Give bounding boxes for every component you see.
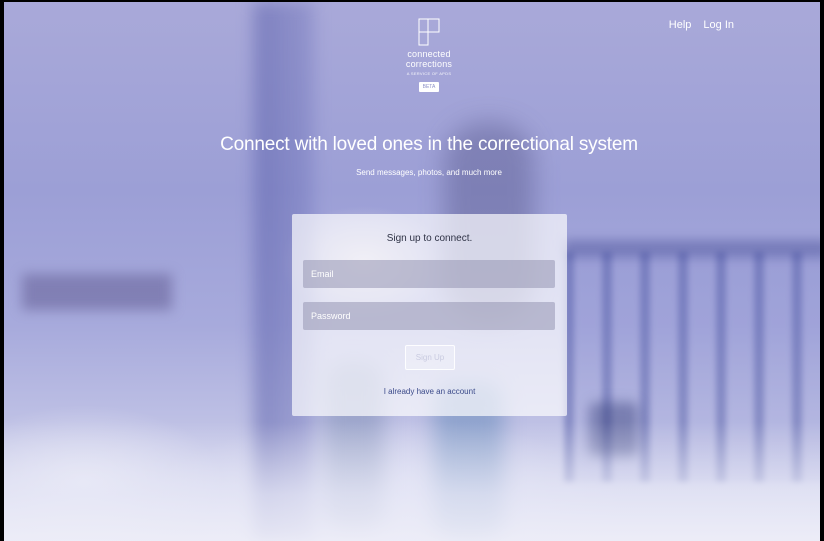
background-floor: [4, 422, 820, 541]
brand-subtitle: A SERVICE OF APDS: [406, 71, 452, 76]
email-field[interactable]: [303, 260, 555, 288]
hero-headline: Connect with loved ones in the correctio…: [220, 134, 638, 155]
password-field[interactable]: [303, 302, 555, 330]
signup-title: Sign up to connect.: [386, 233, 473, 244]
sign-up-button[interactable]: Sign Up: [405, 345, 455, 370]
page-frame: Help Log In connected corrections A SERV…: [0, 0, 824, 541]
existing-account-link[interactable]: I already have an account: [292, 387, 567, 396]
brand-header: connected corrections A SERVICE OF APDS …: [4, 18, 820, 92]
brand-name-line1: connected: [407, 49, 451, 59]
brand-name: connected corrections: [406, 49, 452, 69]
logo-mark-icon: [418, 18, 440, 46]
hero-subheadline: Send messages, photos, and much more: [356, 168, 502, 177]
beta-badge: BETA: [418, 82, 440, 92]
background-ledge: [22, 274, 172, 310]
brand-name-line2: corrections: [405, 59, 453, 69]
signup-card: Sign up to connect. Sign Up I already ha…: [292, 214, 567, 416]
